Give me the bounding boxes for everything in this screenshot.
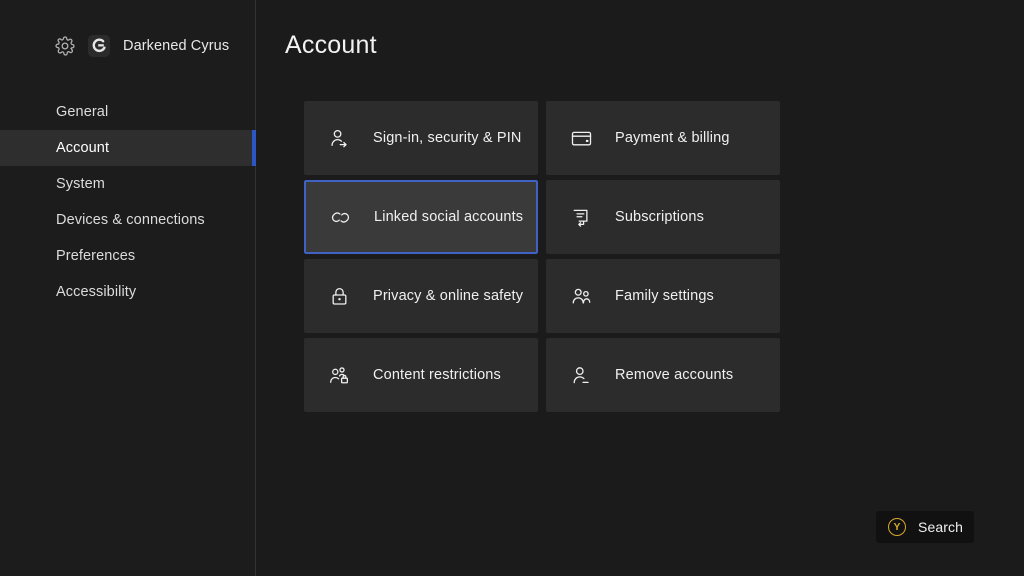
link-chain-icon: [328, 205, 352, 229]
person-minus-icon: [569, 363, 593, 387]
sidebar-nav: General Account System Devices & connect…: [0, 94, 256, 310]
tile-label: Remove accounts: [615, 367, 733, 383]
settings-tile-grid: Sign-in, security & PIN Payment & billin…: [304, 101, 781, 412]
sidebar-item-accessibility[interactable]: Accessibility: [0, 274, 256, 310]
tile-label: Subscriptions: [615, 209, 704, 225]
tile-label: Content restrictions: [373, 367, 501, 383]
tile-label: Privacy & online safety: [373, 288, 523, 304]
profile-header[interactable]: Darkened Cyrus: [0, 28, 256, 64]
tile-label: Sign-in, security & PIN: [373, 130, 522, 146]
sidebar-item-devices-connections[interactable]: Devices & connections: [0, 202, 256, 238]
sidebar-item-general[interactable]: General: [0, 94, 256, 130]
page-title: Account: [285, 31, 377, 60]
tile-sign-in-security-pin[interactable]: Sign-in, security & PIN: [304, 101, 538, 175]
tile-family-settings[interactable]: Family settings: [546, 259, 780, 333]
sidebar-item-label: System: [56, 176, 105, 192]
sidebar-item-preferences[interactable]: Preferences: [0, 238, 256, 274]
tile-subscriptions[interactable]: Subscriptions: [546, 180, 780, 254]
tile-content-restrictions[interactable]: Content restrictions: [304, 338, 538, 412]
document-arrow-icon: [569, 205, 593, 229]
sidebar-item-system[interactable]: System: [0, 166, 256, 202]
avatar: [88, 35, 110, 57]
y-button-icon: Y: [888, 518, 906, 536]
tile-remove-accounts[interactable]: Remove accounts: [546, 338, 780, 412]
tile-label: Linked social accounts: [374, 209, 523, 225]
padlock-icon: [327, 284, 351, 308]
people-icon: [569, 284, 593, 308]
search-button[interactable]: Y Search: [876, 511, 974, 543]
sidebar-item-label: General: [56, 104, 108, 120]
tile-privacy-online-safety[interactable]: Privacy & online safety: [304, 259, 538, 333]
sidebar-item-label: Accessibility: [56, 284, 136, 300]
main-content: Account Sign-in, security & PIN: [256, 0, 1024, 576]
sidebar-item-label: Account: [56, 140, 109, 156]
people-lock-icon: [327, 363, 351, 387]
tile-label: Payment & billing: [615, 130, 730, 146]
sidebar-item-account[interactable]: Account: [0, 130, 256, 166]
xbox-settings-screen: Darkened Cyrus General Account System De…: [0, 0, 1024, 576]
search-label: Search: [918, 519, 963, 535]
tile-label: Family settings: [615, 288, 714, 304]
gear-icon: [54, 35, 76, 57]
profile-name: Darkened Cyrus: [123, 38, 229, 54]
sidebar-item-label: Devices & connections: [56, 212, 205, 228]
tile-payment-billing[interactable]: Payment & billing: [546, 101, 780, 175]
tile-linked-social-accounts[interactable]: Linked social accounts: [304, 180, 538, 254]
credit-card-icon: [569, 126, 593, 150]
sidebar: Darkened Cyrus General Account System De…: [0, 0, 256, 576]
sidebar-item-label: Preferences: [56, 248, 135, 264]
person-arrow-icon: [327, 126, 351, 150]
